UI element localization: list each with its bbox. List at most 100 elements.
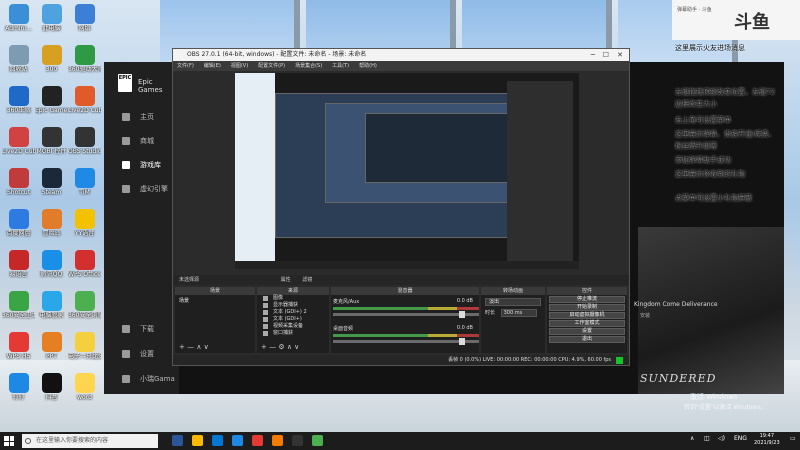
taskbar-app-icon[interactable] — [172, 435, 183, 446]
taskbar-app-icon[interactable] — [312, 435, 323, 446]
desktop-icon[interactable]: 360驱动大师 — [68, 45, 101, 74]
obs-menu-item[interactable]: 场景集合(S) — [295, 61, 322, 71]
epic-nav-library[interactable]: 游戏库 — [122, 160, 161, 170]
desktop-icon[interactable]: 此电脑 — [35, 4, 68, 33]
desktop-icon[interactable]: WPS Office — [68, 250, 101, 279]
taskbar-clock[interactable]: 19:47 2021/9/23 — [754, 433, 780, 447]
preview-desktop-icons — [235, 73, 275, 269]
epic-nav-downloads[interactable]: 下载 — [122, 324, 154, 334]
epic-nav-home[interactable]: 主页 — [122, 112, 154, 122]
fader-knob[interactable] — [459, 311, 465, 318]
obs-menu-item[interactable]: 帮助(H) — [359, 61, 377, 71]
volume-icon[interactable]: ◁) — [718, 435, 725, 442]
desktop-icon[interactable]: 360压缩 — [2, 86, 35, 115]
desktop-icon[interactable]: YY语音 — [68, 209, 101, 238]
app-icon — [74, 4, 95, 24]
obs-menu-item[interactable]: 编辑(E) — [204, 61, 221, 71]
tray-up-icon[interactable]: ∧ — [690, 435, 694, 442]
epic-nav-account[interactable]: 小瑞Gama — [122, 374, 175, 384]
desktop-icon[interactable]: 网络 — [68, 4, 101, 33]
desktop-icon[interactable]: 腾讯QQ — [35, 250, 68, 279]
desktop-icon[interactable]: 电脑管家 — [35, 291, 68, 320]
game-install-label[interactable]: 安装 — [640, 312, 650, 319]
fader-knob[interactable] — [459, 338, 465, 345]
desktop-icon[interactable]: 抖音 — [35, 373, 68, 402]
control-button[interactable]: 启动虚拟摄像机 — [549, 312, 625, 319]
taskbar-app-icon[interactable] — [212, 435, 223, 446]
notification-icon[interactable]: ▭ — [790, 435, 796, 442]
douyu-logo: 斗鱼 — [734, 12, 770, 33]
epic-nav-settings[interactable]: 设置 — [122, 349, 154, 359]
taskbar-app-icon[interactable] — [192, 435, 203, 446]
volume-fader[interactable] — [333, 338, 479, 345]
source-item[interactable]: 视频采集设备 — [257, 323, 329, 330]
desktop-icon[interactable]: Epic Games Launcher — [35, 86, 68, 115]
desktop-icon[interactable]: WPS H5 — [2, 332, 35, 361]
duration-input[interactable]: 300 ms — [500, 309, 537, 317]
desktop-icon[interactable]: Live2D Cubism — [2, 127, 35, 156]
taskbar-app-icon[interactable] — [232, 435, 243, 446]
scene-add-remove[interactable]: + — ∧ ∨ — [179, 343, 209, 351]
volume-fader[interactable] — [333, 311, 479, 318]
scene-item[interactable]: 场景 — [175, 295, 255, 306]
source-add-remove[interactable]: + — ⚙ ∧ ∨ — [261, 343, 299, 351]
app-icon — [8, 45, 29, 65]
game-logo: SUNDERED — [640, 372, 717, 385]
desktop-icon[interactable]: 电子—只比资料 — [68, 332, 101, 361]
source-item[interactable]: 文本 (GDI+) — [257, 316, 329, 323]
desktop-icon[interactable]: Live2D Cubism — [68, 86, 101, 115]
taskbar-app-icon[interactable] — [252, 435, 263, 446]
source-item[interactable]: 窗口捕获 — [257, 330, 329, 337]
epic-nav-unreal[interactable]: 虚幻引擎 — [122, 184, 168, 194]
network-icon[interactable]: ◫ — [704, 435, 710, 442]
windows-start-icon[interactable] — [4, 436, 14, 446]
filters-button[interactable]: 滤镜 — [302, 277, 312, 283]
maximize-icon[interactable]: ☐ — [603, 49, 609, 61]
obs-preview[interactable] — [235, 73, 579, 269]
taskbar-app-icon[interactable] — [292, 435, 303, 446]
desktop-icon[interactable]: 回收站 — [2, 45, 35, 74]
desktop-icon[interactable]: word — [68, 373, 101, 402]
desktop-icon[interactable]: 百度网盘 — [2, 209, 35, 238]
desktop-icon[interactable]: 360安全卫士 — [2, 291, 35, 320]
desktop-icon[interactable]: 钉钉 — [2, 373, 35, 402]
minimize-icon[interactable]: ─ — [591, 49, 595, 61]
desktop-icon[interactable]: PPT — [35, 332, 68, 361]
epic-logo: EPIC — [118, 74, 132, 92]
desktop-icon[interactable]: 360安全浏览器 — [68, 291, 101, 320]
desktop-icon[interactable]: 易语言 — [2, 250, 35, 279]
desktop-icon[interactable]: OBS Studio — [68, 127, 101, 156]
desktop-icon[interactable]: 300 — [35, 45, 68, 74]
preview-nested-window — [365, 113, 515, 183]
properties-button[interactable]: 属性 — [281, 277, 291, 283]
control-button[interactable]: 退出 — [549, 336, 625, 343]
source-item[interactable]: 图像 — [257, 295, 329, 302]
taskbar-app-icon[interactable] — [272, 435, 283, 446]
game-card[interactable] — [638, 227, 784, 394]
taskbar-search-input[interactable]: 在这里输入你要搜索的内容 — [22, 434, 158, 448]
desktop-icon[interactable]: 冒险岛 — [35, 209, 68, 238]
obs-menu-item[interactable]: 视图(V) — [231, 61, 248, 71]
desktop-icon[interactable]: MOBI 控件 — [35, 127, 68, 156]
desktop-icons: Admini... 此电脑 网络回收站 300 360驱动大师 360压缩 Epic Gam… — [0, 0, 101, 432]
close-icon[interactable]: ✕ — [617, 49, 623, 61]
desktop-icon[interactable]: Shotcut — [2, 168, 35, 197]
control-button[interactable]: 停止推流 — [549, 296, 625, 303]
epic-nav-store[interactable]: 商城 — [122, 136, 154, 146]
volume-meter — [333, 307, 479, 310]
obs-menu-item[interactable]: 工具(T) — [332, 61, 349, 71]
transition-select[interactable]: 淡出 — [485, 298, 541, 306]
app-icon — [74, 209, 95, 229]
control-button[interactable]: 开始录制 — [549, 304, 625, 311]
obs-menu-item[interactable]: 配置文件(P) — [258, 61, 285, 71]
desktop-icon-label: 360驱动大师 — [68, 66, 101, 73]
desktop-icon[interactable]: TIM — [68, 168, 101, 197]
desktop-icon[interactable]: Admini... — [2, 4, 35, 33]
desktop-icon[interactable]: Steam — [35, 168, 68, 197]
source-item[interactable]: 显示器捕获 — [257, 302, 329, 309]
language-indicator[interactable]: ENG — [734, 435, 747, 442]
source-item[interactable]: 文本 (GDI+) 2 — [257, 309, 329, 316]
control-button[interactable]: 工作室模式 — [549, 320, 625, 327]
obs-menu-item[interactable]: 文件(F) — [177, 61, 194, 71]
control-button[interactable]: 设置 — [549, 328, 625, 335]
